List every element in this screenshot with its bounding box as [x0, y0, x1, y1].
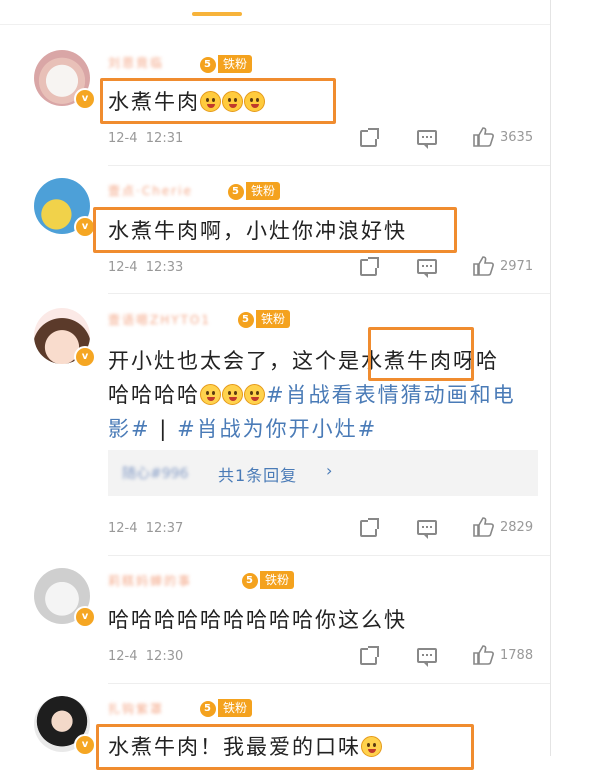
verified-badge-icon: v — [74, 606, 96, 628]
username[interactable]: 刘恩竟临 — [108, 54, 164, 71]
share-button[interactable] — [360, 646, 379, 665]
hashtag-link[interactable]: #肖战为你开小灶# — [177, 417, 377, 441]
smile-emoji-icon — [200, 91, 221, 112]
share-button[interactable] — [360, 128, 379, 147]
share-button[interactable] — [360, 518, 379, 537]
fan-badge[interactable]: 5 铁粉 — [240, 570, 295, 590]
thumbs-up-icon — [472, 256, 494, 276]
share-icon — [360, 518, 379, 537]
verified-badge-icon: v — [74, 88, 96, 110]
comment-text: 水煮牛肉！我最爱的口味 — [108, 731, 383, 761]
comment-text: 水煮牛肉 — [108, 86, 266, 116]
divider — [108, 555, 550, 556]
comment-icon — [417, 259, 437, 278]
comment-icon — [417, 130, 437, 149]
divider — [108, 293, 550, 294]
verified-badge-icon: v — [74, 734, 96, 756]
thumbs-up-icon — [472, 517, 494, 537]
share-icon — [360, 257, 379, 276]
smile-emoji-icon — [244, 91, 265, 112]
share-icon — [360, 646, 379, 665]
comment-icon — [417, 520, 437, 539]
like-count: 2971 — [500, 258, 534, 274]
divider — [108, 683, 550, 684]
fan-badge-label: 铁粉 — [218, 699, 253, 717]
username[interactable]: 扎钩紫罩 — [108, 700, 164, 717]
like-button[interactable]: 3635 — [472, 127, 533, 147]
share-icon — [360, 128, 379, 147]
hashtag-link[interactable]: 影# — [108, 417, 151, 441]
comment-button[interactable] — [417, 648, 437, 667]
thumbs-up-icon — [472, 127, 494, 147]
active-tab-indicator — [192, 12, 242, 16]
comment-timestamp: 12-4 12:31 — [108, 131, 184, 146]
fan-badge-label: 铁粉 — [246, 182, 281, 200]
like-button[interactable]: 2829 — [472, 517, 533, 537]
comment-timestamp: 12-4 12:37 — [108, 521, 184, 536]
fan-badge-label: 铁粉 — [218, 55, 253, 73]
like-button[interactable]: 2971 — [472, 256, 533, 276]
smile-emoji-icon — [222, 91, 243, 112]
comment-timestamp: 12-4 12:33 — [108, 260, 184, 275]
like-button[interactable]: 1788 — [472, 645, 533, 665]
cry-laugh-emoji-icon — [200, 384, 221, 405]
cry-laugh-emoji-icon — [222, 384, 243, 405]
like-count: 1788 — [500, 647, 534, 663]
chevron-right-icon: › — [326, 461, 333, 480]
fan-badge[interactable]: 5 铁粉 — [198, 54, 253, 74]
comment-timestamp: 12-4 12:30 — [108, 649, 184, 664]
cry-laugh-emoji-icon — [361, 736, 382, 757]
comment-text: 哈哈哈哈哈哈哈哈哈你这么快 — [108, 608, 407, 632]
highlight-box — [368, 327, 474, 381]
comment-text-line-3: 影# | #肖战为你开小灶# — [108, 417, 378, 441]
crown-icon: 5 — [198, 698, 220, 718]
fan-badge[interactable]: 5 铁粉 — [226, 181, 281, 201]
reply-preview[interactable]: 随心#996 共1条回复 › — [108, 450, 538, 496]
like-count: 3635 — [500, 129, 534, 145]
verified-badge-icon: v — [74, 346, 96, 368]
reply-count[interactable]: 共1条回复 — [218, 462, 297, 486]
comment-button[interactable] — [417, 259, 437, 278]
share-button[interactable] — [360, 257, 379, 276]
reply-username: 随心#996 — [122, 466, 189, 482]
thumbs-up-icon — [472, 645, 494, 665]
comment-text-line-2: 哈哈哈哈 #肖战看表情猜动画和电 — [108, 383, 516, 407]
crown-icon: 5 — [236, 309, 258, 329]
comment-button[interactable] — [417, 130, 437, 149]
cry-laugh-emoji-icon — [244, 384, 265, 405]
comment-icon — [417, 648, 437, 667]
crown-icon: 5 — [240, 570, 262, 590]
comment-text: 水煮牛肉啊，小灶你冲浪好快 — [108, 219, 407, 243]
comments-panel: v 刘恩竟临 5 铁粉 水煮牛肉 12-4 12:31 3635 v 壹点·Ch… — [0, 0, 551, 770]
fan-badge-label: 铁粉 — [260, 571, 295, 589]
username[interactable]: 莉糕妈蝉的事 — [108, 572, 192, 589]
fan-badge[interactable]: 5 铁粉 — [198, 698, 253, 718]
fan-badge[interactable]: 5 铁粉 — [236, 309, 291, 329]
username[interactable]: 壹语嗯ZHYTO1 — [108, 311, 211, 328]
fan-badge-label: 铁粉 — [256, 310, 291, 328]
divider — [108, 165, 550, 166]
tab-bar — [0, 0, 550, 25]
comment-button[interactable] — [417, 520, 437, 539]
like-count: 2829 — [500, 519, 534, 535]
username[interactable]: 壹点·Cherie — [108, 182, 193, 199]
crown-icon: 5 — [198, 54, 220, 74]
hashtag-link[interactable]: #肖战看表情猜动画和电 — [266, 383, 516, 407]
crown-icon: 5 — [226, 181, 248, 201]
